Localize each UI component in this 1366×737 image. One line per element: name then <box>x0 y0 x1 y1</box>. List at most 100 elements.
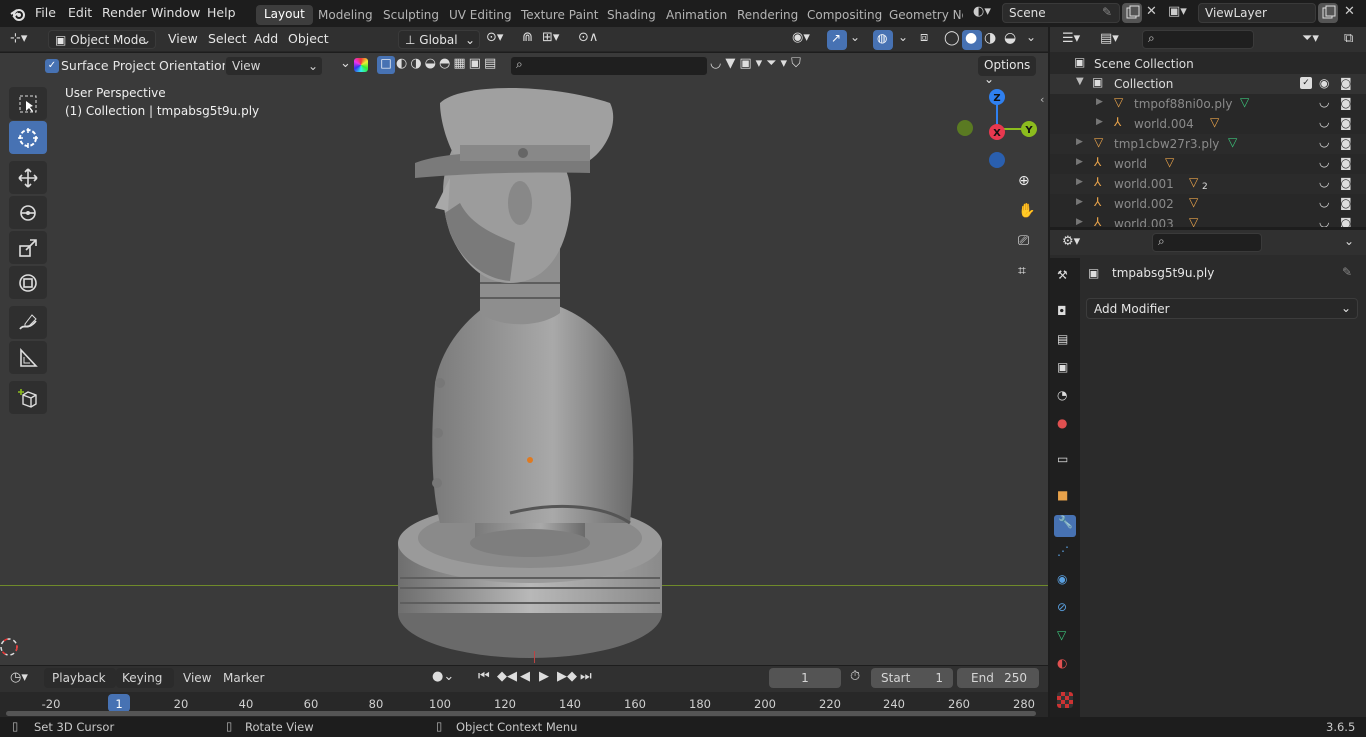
editor-type-icon[interactable]: ⊹▾ <box>10 31 27 46</box>
jump-end-icon[interactable]: ⏭ <box>580 669 592 684</box>
data-tab-icon[interactable]: ▽ <box>1057 628 1073 644</box>
add-modifier-dropdown[interactable]: Add Modifier ⌄ <box>1086 298 1358 319</box>
camera-icon[interactable]: ◙ <box>1340 216 1352 227</box>
menu-render[interactable]: Render <box>102 5 147 20</box>
outliner-row-world-004[interactable]: ▶ ⅄ world.004 ▽ ◡ ◙ <box>1050 114 1366 134</box>
world-tab-icon[interactable]: ● <box>1057 416 1073 432</box>
scale-tool[interactable] <box>9 231 47 264</box>
editor-type-icon[interactable]: ⚙▾ <box>1062 234 1080 249</box>
color-wheel-icon[interactable] <box>354 58 368 72</box>
select-box-tool[interactable] <box>9 87 47 120</box>
surface-project-checkbox[interactable]: ✓ <box>45 59 59 73</box>
snap-elements-icon[interactable]: ⌄ <box>340 56 351 71</box>
view-layer-tab-icon[interactable]: ▣ <box>1057 360 1073 376</box>
camera-icon[interactable]: ◙ <box>1340 76 1352 90</box>
viewport-search-input[interactable]: ⌕ <box>510 56 708 76</box>
current-frame-field[interactable]: 1 <box>769 668 841 688</box>
tool-tab-icon[interactable]: ⚒ <box>1057 268 1073 284</box>
start-frame-field[interactable]: Start 1 <box>871 668 953 688</box>
tab-compositing[interactable]: Compositing <box>807 8 882 22</box>
camera-view-button[interactable]: ⎚ <box>1013 231 1037 255</box>
jump-keyframe-back-icon[interactable]: ◆◀ <box>497 669 517 684</box>
menu-help[interactable]: Help <box>207 5 236 20</box>
physics-tab-icon[interactable]: ◉ <box>1057 572 1073 588</box>
collection-tab-icon[interactable]: ▭ <box>1057 452 1073 468</box>
camera-icon[interactable]: ◙ <box>1340 196 1352 210</box>
autokey-record-icon[interactable]: ●⌄ <box>432 669 454 684</box>
transform-orientation-dropdown[interactable]: ⊥ Global ⌄ <box>398 30 480 49</box>
filter-icon[interactable]: ⏷▾ <box>1302 31 1319 46</box>
shading-wireframe-icon[interactable]: ◯ <box>944 30 960 46</box>
eye-closed-icon[interactable]: ◡ <box>1319 155 1329 169</box>
snap-target-icon[interactable]: ⊞▾ <box>542 30 559 45</box>
outliner-search-input[interactable]: ⌕ <box>1142 30 1254 49</box>
outliner-row-world-002[interactable]: ▶ ⅄ world.002 ▽ ◡ ◙ <box>1050 194 1366 214</box>
tab-layout[interactable]: Layout <box>256 5 313 25</box>
output-tab-icon[interactable]: ▤ <box>1057 332 1073 348</box>
chevron-down-icon[interactable]: ⌄ <box>1026 30 1036 44</box>
pan-view-button[interactable]: ✋ <box>1013 201 1037 225</box>
mode-dropdown[interactable]: ▣ Object Mode ⌄ <box>48 30 156 49</box>
zoom-view-button[interactable]: ⊕ <box>1013 171 1037 195</box>
eye-closed-icon[interactable]: ◡ <box>1319 135 1329 149</box>
texture-tab-icon[interactable] <box>1057 692 1073 708</box>
timeline-menu-marker[interactable]: Marker <box>223 671 264 685</box>
add-cube-tool[interactable] <box>9 381 47 414</box>
stopwatch-icon[interactable]: ⏱ <box>850 669 860 684</box>
overlay-toggle-button[interactable]: ◍ <box>873 30 893 50</box>
constraints-tab-icon[interactable]: ⊘ <box>1057 600 1073 616</box>
pin-icon[interactable]: ✎ <box>1342 265 1352 279</box>
tab-animation[interactable]: Animation <box>666 8 727 22</box>
filter-icons[interactable]: ◡▼▣▾⏷▾⛉ <box>710 56 805 71</box>
options-dropdown[interactable]: Options ⌄ <box>978 56 1036 86</box>
scene-tab-icon[interactable]: ◔ <box>1057 388 1073 404</box>
viewport-menu-select[interactable]: Select <box>208 31 247 46</box>
display-mode-box-icon[interactable]: □ <box>377 56 395 74</box>
rotate-tool[interactable] <box>9 196 47 229</box>
remove-view-layer-icon[interactable]: ✕ <box>1344 4 1355 19</box>
eye-closed-icon[interactable]: ◡ <box>1319 215 1329 227</box>
chevron-down-icon[interactable]: ⌄ <box>1344 234 1354 248</box>
view-layer-field[interactable]: ViewLayer <box>1198 3 1316 23</box>
measure-tool[interactable] <box>9 341 47 374</box>
tab-shading[interactable]: Shading <box>607 8 656 22</box>
new-scene-button[interactable] <box>1122 3 1142 23</box>
tab-uv-editing[interactable]: UV Editing <box>449 8 512 22</box>
transform-tool[interactable] <box>9 266 47 299</box>
viewport-menu-view[interactable]: View <box>168 31 198 46</box>
xray-icon[interactable]: ⧈ <box>920 30 928 45</box>
camera-icon[interactable]: ◙ <box>1340 96 1352 110</box>
navigation-gizmo[interactable]: Z Y X <box>948 85 1048 170</box>
orientation-dropdown[interactable]: View ⌄ <box>225 56 323 76</box>
include-checkbox[interactable]: ✓ <box>1300 77 1312 89</box>
outliner-row-world-001[interactable]: ▶ ⅄ world.001 ▽ 2 ◡ ◙ <box>1050 174 1366 194</box>
render-tab-icon[interactable]: ◘ <box>1057 304 1073 320</box>
gizmo-toggle-button[interactable]: ↗ <box>827 30 847 50</box>
chevron-down-icon[interactable]: ⌄ <box>898 30 908 44</box>
remove-scene-icon[interactable]: ✕ <box>1146 4 1157 19</box>
editor-type-icon[interactable]: ☰▾ <box>1062 31 1080 46</box>
tab-sculpting[interactable]: Sculpting <box>383 8 439 22</box>
jump-keyframe-forward-icon[interactable]: ▶◆ <box>557 669 577 684</box>
blender-logo-icon[interactable] <box>9 5 27 23</box>
outliner-row-world[interactable]: ▶ ⅄ world ▽ ◡ ◙ <box>1050 154 1366 174</box>
pivot-point-icon[interactable]: ⊙▾ <box>486 30 503 45</box>
annotate-tool[interactable] <box>9 306 47 339</box>
outliner-row-scene-collection[interactable]: ▣ Scene Collection <box>1050 54 1366 74</box>
playback-menu[interactable]: Playback ⌄ <box>44 668 116 699</box>
keying-menu[interactable]: Keying ⌄ <box>116 668 174 699</box>
move-tool[interactable] <box>9 161 47 194</box>
cursor-tool[interactable] <box>9 121 47 154</box>
scene-selector-icon[interactable]: ◐▾ <box>973 4 1001 24</box>
camera-icon[interactable]: ◙ <box>1340 136 1352 150</box>
visibility-icon[interactable]: ◉▾ <box>792 30 810 45</box>
outliner-row-tmp1cbw27r3[interactable]: ▶ ▽ tmp1cbw27r3.ply ▽ ◡ ◙ <box>1050 134 1366 154</box>
object-tab-icon[interactable]: ■ <box>1057 488 1073 504</box>
eye-closed-icon[interactable]: ◡ <box>1319 195 1329 209</box>
menu-window[interactable]: Window <box>151 5 200 20</box>
ortho-toggle-button[interactable]: ⌗ <box>1013 261 1037 285</box>
eye-closed-icon[interactable]: ◡ <box>1319 115 1329 129</box>
tab-texture-paint[interactable]: Texture Paint <box>521 8 598 22</box>
tab-modeling[interactable]: Modeling <box>318 8 373 22</box>
menu-file[interactable]: File <box>35 5 56 20</box>
